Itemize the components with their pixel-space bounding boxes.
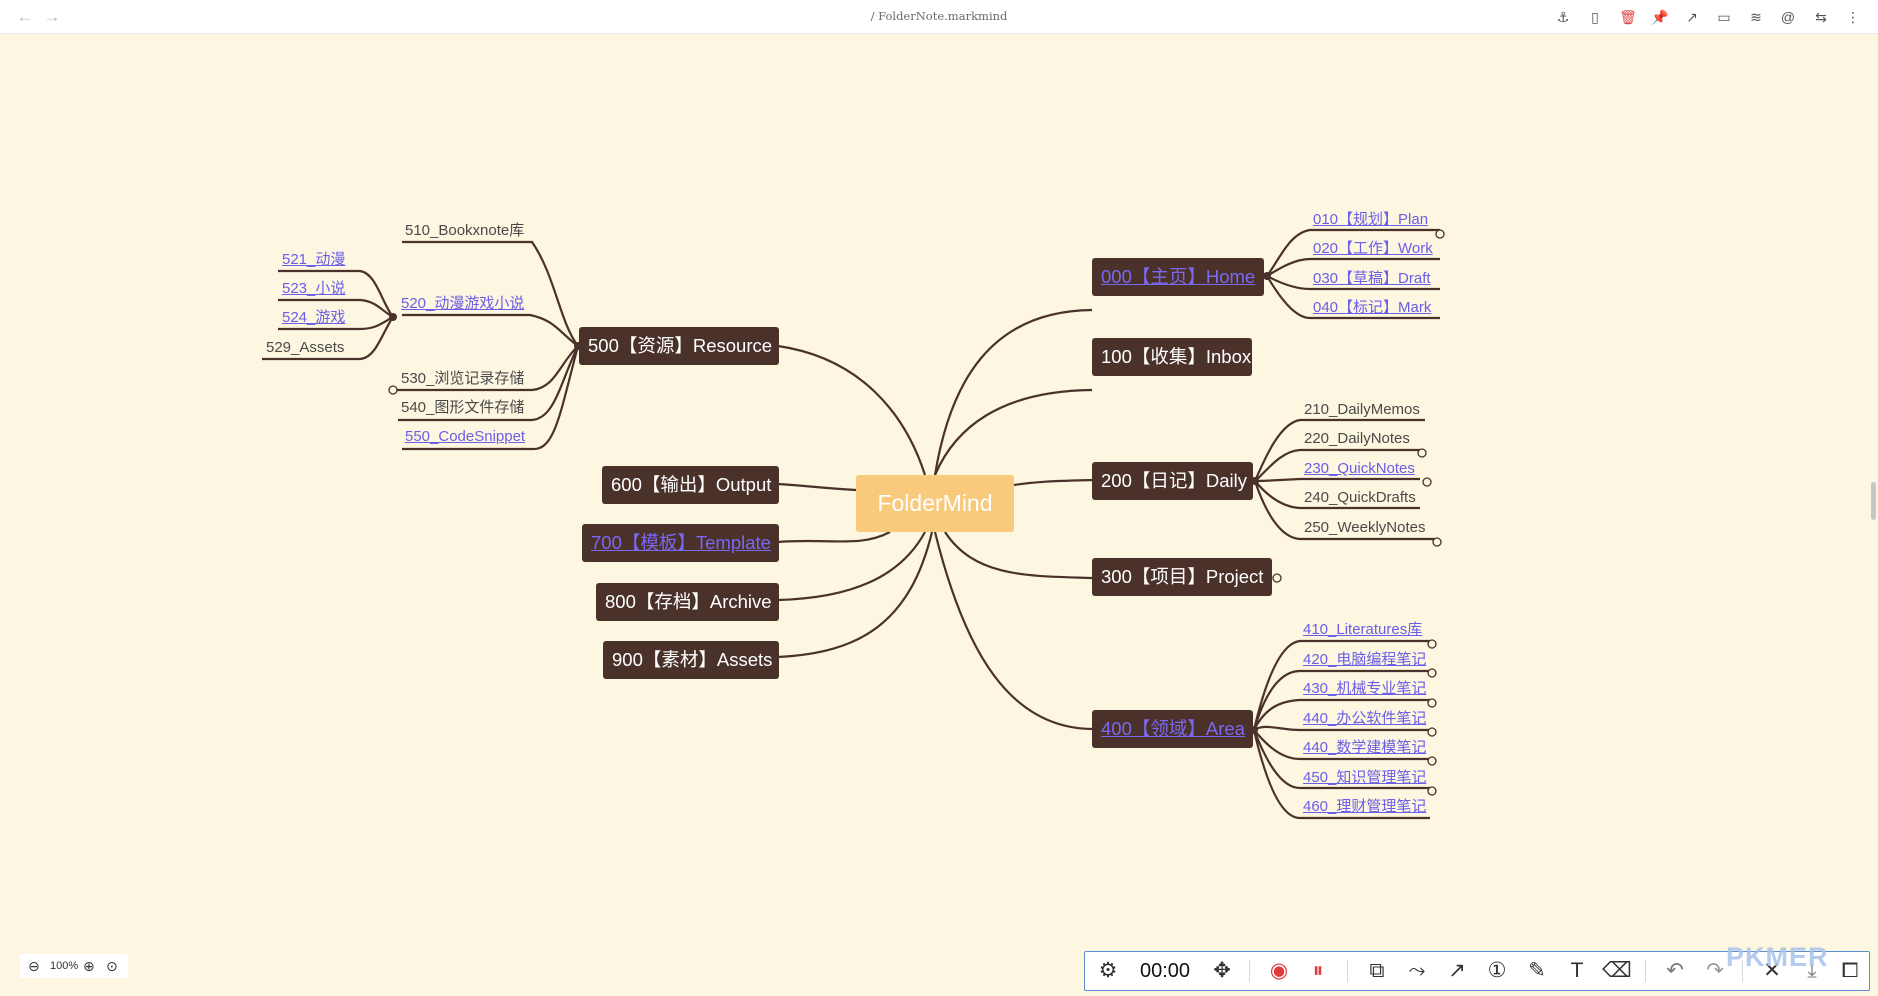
leaf-novel[interactable]: 523_小说 [282,280,345,298]
leaf-mark[interactable]: 040【标记】Mark [1313,299,1431,317]
leaf-finance[interactable]: 460_理财管理笔记 [1303,798,1426,816]
text-icon[interactable]: T [1562,952,1592,990]
zoom-out-icon[interactable]: ⊖ [28,954,40,978]
leaf-codesnippet[interactable]: 550_CodeSnippet [405,428,525,446]
node-project[interactable]: 300【项目】Project [1092,558,1272,596]
leaf-dailymemos[interactable]: 210_DailyMemos [1304,401,1420,419]
pkmer-watermark: PKMER [1726,942,1829,972]
edge-root-daily [1013,478,1093,487]
zoom-in-icon[interactable]: ⊕ [83,954,95,978]
trash-icon[interactable]: 🗑 [1618,7,1638,27]
more-vertical-icon[interactable]: ⋮ [1843,7,1863,27]
target-icon[interactable]: ⊙ [106,954,118,978]
window-icon[interactable]: ⧠ [1835,952,1865,990]
leaf-programming[interactable]: 420_电脑编程笔记 [1303,651,1426,669]
node-inbox[interactable]: 100【收集】Inbox [1092,338,1252,376]
layers-icon[interactable]: ≋ [1746,7,1766,27]
leaf-game[interactable]: 524_游戏 [282,309,345,327]
leaf-mechanical[interactable]: 430_机械专业笔记 [1303,680,1426,698]
anchor-icon[interactable]: ⚓ [1553,7,1573,27]
vertical-scrollbar[interactable] [1871,482,1876,520]
root-node[interactable]: FolderMind [856,475,1014,532]
leaf-anime-assets[interactable]: 529_Assets [266,339,344,357]
leaf-anime[interactable]: 521_动漫 [282,251,345,269]
leaf-office[interactable]: 440_办公软件笔记 [1303,710,1426,728]
edge-root-home [933,308,1093,476]
pencil-icon[interactable]: ✎ [1522,952,1552,990]
move-icon[interactable]: ✥ [1207,952,1237,990]
leaf-weeklynotes[interactable]: 250_WeeklyNotes [1304,519,1425,537]
presentation-icon[interactable]: ▭ [1714,7,1734,27]
edge-root-template [777,531,891,544]
arrow-up-right-icon[interactable]: ↗ [1682,7,1702,27]
node-assets[interactable]: 900【素材】Assets [603,641,779,679]
leaf-literatures[interactable]: 410_Literatures库 [1303,621,1422,639]
leaf-quicknotes[interactable]: 230_QuickNotes [1304,460,1415,478]
node-daily[interactable]: 200【日记】Daily [1092,462,1253,500]
leaf-browsing[interactable]: 530_浏览记录存储 [401,370,524,388]
leaf-work[interactable]: 020【工作】Work [1313,240,1433,258]
node-archive[interactable]: 800【存档】Archive [596,583,779,621]
node-template[interactable]: 700【模板】Template [582,524,779,562]
arrow-icon[interactable]: ↗ [1442,952,1472,990]
timer: 00:00 [1139,960,1191,982]
undo-icon[interactable]: ↶ [1660,952,1690,990]
node-output[interactable]: 600【输出】Output [602,466,779,504]
leaf-bookxnote[interactable]: 510_Bookxnote库 [405,222,524,240]
leaf-dailynotes[interactable]: 220_DailyNotes [1304,430,1410,448]
leaf-knowledge[interactable]: 450_知识管理笔记 [1303,769,1426,787]
node-area[interactable]: 400【领域】Area [1092,710,1253,748]
at-icon[interactable]: @ [1778,7,1798,27]
edge-root-output [777,482,857,492]
node-resource[interactable]: 500【资源】Resource [579,327,779,365]
number-marker-icon[interactable]: ① [1482,952,1512,990]
pin-icon[interactable]: 📌 [1650,7,1670,27]
shapes-icon[interactable]: ⧉ [1362,952,1392,990]
edge-root-inbox [933,388,1093,476]
leaf-modeling[interactable]: 440_数学建模笔记 [1303,739,1426,757]
leaf-anime-games[interactable]: 520_动漫游戏小说 [401,295,524,313]
zoom-control: ⊖ 100% ⊕ ⊙ [20,954,128,978]
leaf-graphics[interactable]: 540_图形文件存储 [401,399,524,417]
edge-root-project [944,531,1093,580]
edge-root-area [933,531,1093,731]
node-home[interactable]: 000【主页】Home [1092,258,1264,296]
connector-icon[interactable]: ⤳ [1402,952,1432,990]
leaf-quickdrafts[interactable]: 240_QuickDrafts [1304,489,1416,507]
mindmap-canvas[interactable]: FolderMind 000【主页】Home 100【收集】Inbox 200【… [0,33,1878,996]
leaf-plan[interactable]: 010【规划】Plan [1313,211,1428,229]
settings-gear-icon[interactable]: ⚙ [1093,952,1123,990]
top-bar: ← → / FolderNote.markmind ⚓ ▯ 🗑 📌 ↗ ▭ ≋ … [0,0,1878,34]
record-icon[interactable]: ◉ [1264,952,1294,990]
edge-root-assets [777,531,934,659]
book-icon[interactable]: ▯ [1585,7,1605,27]
zoom-level: 100% [50,960,79,972]
pause-icon[interactable]: ⏸ [1303,952,1333,990]
edge-root-resource [777,344,927,476]
eraser-icon[interactable]: ⌫ [1602,952,1632,990]
leaf-draft[interactable]: 030【草稿】Draft [1313,270,1431,288]
swap-icon[interactable]: ⇆ [1811,7,1831,27]
